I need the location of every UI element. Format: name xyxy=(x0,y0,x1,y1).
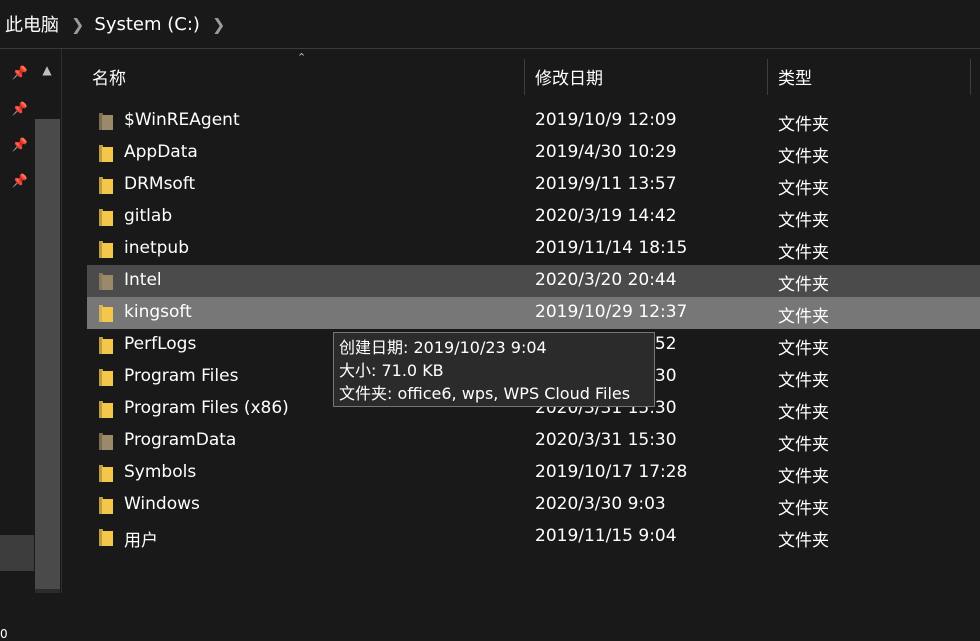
folder-icon xyxy=(99,241,113,258)
file-type: 文件夹 xyxy=(778,275,829,295)
tooltip-size: 大小: 71.0 KB xyxy=(339,361,444,380)
nav-selected-item[interactable] xyxy=(0,535,34,571)
file-type: 文件夹 xyxy=(778,339,829,359)
file-name[interactable]: Intel xyxy=(124,270,162,290)
folder-info-tooltip: 创建日期: 2019/10/23 9:04 大小: 71.0 KB 文件夹: o… xyxy=(333,332,655,407)
file-row[interactable]: AppData 2019/4/30 10:29 文件夹 xyxy=(87,137,980,169)
file-type: 文件夹 xyxy=(778,499,829,519)
folder-icon xyxy=(99,177,113,194)
file-list: ⌃ 名称 修改日期 类型 $WinREAgent 2019/10/9 12:09 文… xyxy=(61,49,980,593)
column-divider[interactable] xyxy=(970,59,971,95)
folder-icon xyxy=(99,337,113,354)
file-row[interactable]: gitlab 2020/3/19 14:42 文件夹 xyxy=(87,201,980,233)
breadcrumb-this-pc[interactable]: 此电脑 xyxy=(5,11,59,37)
file-modified-date: 2020/3/30 9:03 xyxy=(535,494,666,514)
file-modified-date: 2020/3/19 14:42 xyxy=(535,206,677,226)
file-type: 文件夹 xyxy=(778,435,829,455)
chevron-right-icon[interactable]: ❯ xyxy=(212,15,225,34)
file-row[interactable]: inetpub 2019/11/14 18:15 文件夹 xyxy=(87,233,980,265)
file-row[interactable]: Intel 2020/3/20 20:44 文件夹 xyxy=(87,265,980,297)
file-name[interactable]: Windows xyxy=(124,494,200,514)
file-modified-date: 2019/10/29 12:37 xyxy=(535,302,688,322)
file-modified-date: 2019/4/30 10:29 xyxy=(535,142,677,162)
pin-icon[interactable]: 📌 xyxy=(11,173,29,191)
file-name[interactable]: Program Files xyxy=(124,366,238,386)
file-type: 文件夹 xyxy=(778,147,829,167)
folder-icon xyxy=(99,369,113,386)
file-type: 文件夹 xyxy=(778,371,829,391)
file-name[interactable]: ProgramData xyxy=(124,430,236,450)
folder-icon-dim xyxy=(99,433,113,450)
tooltip-folder: 文件夹: office6, wps, WPS Cloud Files xyxy=(339,384,631,403)
chevron-right-icon[interactable]: ❯ xyxy=(71,15,84,34)
column-divider[interactable] xyxy=(767,59,768,95)
file-type: 文件夹 xyxy=(778,531,829,551)
folder-icon xyxy=(99,465,113,482)
file-type: 文件夹 xyxy=(778,307,829,327)
file-name[interactable]: kingsoft xyxy=(124,302,192,322)
navigation-pane: 📌 📌 📌 📌 ▲ 0 xyxy=(0,49,60,641)
file-name[interactable]: Program Files (x86) xyxy=(124,398,289,418)
folder-icon-dim xyxy=(99,273,113,290)
file-name[interactable]: DRMsoft xyxy=(124,174,195,194)
file-row[interactable]: Symbols 2019/10/17 17:28 文件夹 xyxy=(87,457,980,489)
file-type: 文件夹 xyxy=(778,179,829,199)
file-modified-date: 2020/3/31 15:30 xyxy=(535,430,677,450)
file-row[interactable]: $WinREAgent 2019/10/9 12:09 文件夹 xyxy=(87,105,980,137)
column-header-type[interactable]: 类型 xyxy=(778,64,812,89)
breadcrumb-system-c[interactable]: System (C:) xyxy=(94,14,200,35)
file-type: 文件夹 xyxy=(778,467,829,487)
address-bar[interactable]: 此电脑 ❯ System (C:) ❯ xyxy=(0,0,980,49)
pin-icon[interactable]: 📌 xyxy=(11,137,29,155)
file-row[interactable]: kingsoft 2019/10/29 12:37 文件夹 xyxy=(87,297,980,329)
scroll-up-arrow-icon[interactable]: ▲ xyxy=(38,63,56,81)
file-type: 文件夹 xyxy=(778,211,829,231)
file-modified-date: 2019/10/17 17:28 xyxy=(535,462,688,482)
file-row[interactable]: Windows 2020/3/30 9:03 文件夹 xyxy=(87,489,980,521)
folder-icon xyxy=(99,529,113,546)
file-name[interactable]: 用户 xyxy=(124,526,158,551)
file-modified-date: 2019/10/9 12:09 xyxy=(535,110,677,130)
column-header-name[interactable]: 名称 xyxy=(92,64,126,89)
folder-icon xyxy=(99,305,113,322)
column-header-date[interactable]: 修改日期 xyxy=(535,64,603,89)
pin-icon[interactable]: 📌 xyxy=(11,101,29,119)
folder-icon xyxy=(99,497,113,514)
column-header-row: ⌃ 名称 修改日期 类型 xyxy=(62,49,980,97)
folder-icon-dim xyxy=(99,113,113,130)
column-divider[interactable] xyxy=(524,59,525,95)
file-name[interactable]: Symbols xyxy=(124,462,196,482)
file-type: 文件夹 xyxy=(778,243,829,263)
nav-item-label: 0 xyxy=(0,627,8,641)
tooltip-created: 创建日期: 2019/10/23 9:04 xyxy=(339,338,547,357)
pin-icon[interactable]: 📌 xyxy=(11,65,29,83)
folder-icon xyxy=(99,145,113,162)
file-modified-date: 2020/3/20 20:44 xyxy=(535,270,677,290)
nav-scrollbar-thumb[interactable] xyxy=(35,119,60,589)
folder-icon xyxy=(99,401,113,418)
sort-ascending-icon: ⌃ xyxy=(297,51,307,64)
file-type: 文件夹 xyxy=(778,115,829,135)
file-name[interactable]: AppData xyxy=(124,142,198,162)
file-modified-date: 2019/9/11 13:57 xyxy=(535,174,677,194)
file-row[interactable]: 用户 2019/11/15 9:04 文件夹 xyxy=(87,521,980,553)
file-name[interactable]: inetpub xyxy=(124,238,189,258)
file-type: 文件夹 xyxy=(778,403,829,423)
file-row[interactable]: DRMsoft 2019/9/11 13:57 文件夹 xyxy=(87,169,980,201)
file-name[interactable]: gitlab xyxy=(124,206,172,226)
file-modified-date: 2019/11/15 9:04 xyxy=(535,526,677,546)
file-row[interactable]: ProgramData 2020/3/31 15:30 文件夹 xyxy=(87,425,980,457)
folder-icon xyxy=(99,209,113,226)
file-name[interactable]: PerfLogs xyxy=(124,334,196,354)
file-name[interactable]: $WinREAgent xyxy=(124,110,240,130)
file-modified-date: 2019/11/14 18:15 xyxy=(535,238,688,258)
